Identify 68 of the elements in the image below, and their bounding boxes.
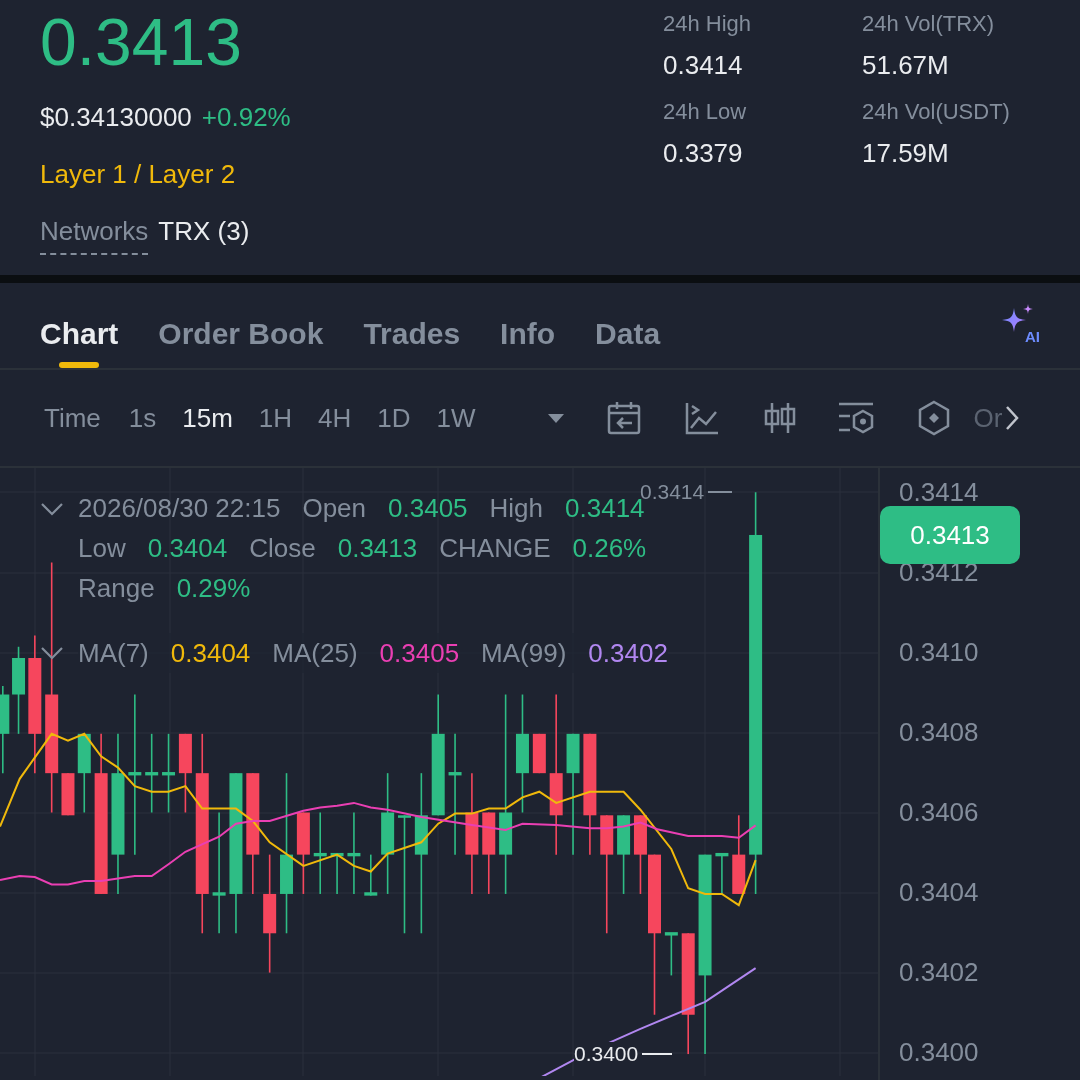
- price-axis-label: 0.3402: [899, 957, 979, 987]
- stat-label: 24h Vol(TRX): [862, 10, 996, 38]
- ohlc-value: 0.3404: [147, 532, 228, 565]
- category-link[interactable]: Layer 1 / Layer 2: [40, 155, 236, 194]
- line-chart-icon[interactable]: [683, 400, 720, 436]
- networks-value: TRX (3): [158, 215, 250, 248]
- price-axis-label: 0.3414: [899, 477, 979, 507]
- tab[interactable]: Order Book: [158, 283, 324, 368]
- stat-value: 51.67M: [862, 50, 950, 80]
- tab[interactable]: Trades: [363, 283, 461, 368]
- interval-tab[interactable]: 1W: [436, 398, 476, 438]
- moving-average-label: MA(7): [78, 637, 149, 670]
- stat-label: 24h Vol(USDT): [862, 98, 1011, 126]
- moving-average-label: MA(99): [481, 637, 567, 670]
- stat-value: 0.3414: [663, 50, 744, 80]
- interval-tab[interactable]: 1H: [258, 398, 293, 438]
- ohlc-value: 0.29%: [176, 572, 251, 605]
- tab[interactable]: Chart: [40, 283, 119, 368]
- candlestick: [364, 853, 378, 897]
- moving-average-value: 0.3402: [588, 637, 668, 670]
- ohlc-label: Low: [78, 532, 126, 565]
- stat-value: 0.3379: [663, 138, 744, 168]
- interval-tab[interactable]: 4H: [318, 398, 352, 438]
- ohlc-value: 0.3405: [388, 492, 468, 525]
- price-axis-label: 0.3408: [899, 717, 979, 747]
- moving-average-label: MA(25): [272, 637, 358, 670]
- collapse-chevron-icon[interactable]: [40, 646, 64, 660]
- ohlc-label: Range: [78, 572, 155, 605]
- price-axis-label: 0.3404: [899, 877, 979, 907]
- candlestick: [715, 852, 729, 895]
- stat-label: 24h Low: [663, 98, 748, 126]
- ohlc-value: 0.3413: [337, 532, 418, 565]
- last-price: 0.3413: [40, 6, 242, 78]
- moving-average-value: 0.3405: [379, 637, 460, 670]
- candlestick: [532, 733, 546, 774]
- calendar-icon[interactable]: [605, 400, 642, 436]
- price-axis-label: 0.3400: [899, 1037, 979, 1067]
- usd-price: $0.34130000: [40, 101, 192, 134]
- candle-date: 2026/08/30 22:15: [78, 492, 281, 525]
- candlestick: [664, 932, 678, 977]
- interval-tab[interactable]: 1D: [377, 398, 411, 438]
- chevron-right-icon[interactable]: [1004, 405, 1019, 431]
- ohlc-label: CHANGE: [439, 532, 551, 565]
- stat-label: 24h High: [663, 10, 753, 38]
- interval-tab[interactable]: 1s: [128, 398, 157, 438]
- networks-label[interactable]: Networks: [40, 212, 149, 255]
- moving-average-value: 0.3404: [170, 637, 251, 670]
- collapse-chevron-icon[interactable]: [40, 502, 64, 516]
- ohlc-value: 0.26%: [572, 532, 647, 565]
- interval-tab[interactable]: 15m: [182, 398, 233, 438]
- ohlc-label: Close: [249, 532, 316, 565]
- dropdown-caret-icon[interactable]: [545, 412, 566, 424]
- ohlc-label: Open: [302, 492, 367, 525]
- price-axis-label: 0.3406: [899, 797, 979, 827]
- candlestick: [61, 772, 75, 817]
- candlestick: [330, 852, 344, 895]
- price-axis-label: 0.3410: [899, 637, 979, 667]
- leader-line: [642, 1053, 673, 1055]
- ohlc-label: High: [489, 492, 544, 525]
- stat-value: 17.59M: [862, 138, 950, 168]
- current-price-tag: 0.3413: [880, 506, 1020, 564]
- tab[interactable]: Info: [500, 283, 556, 368]
- leader-line: [708, 491, 733, 493]
- toolbar-overflow-text[interactable]: Or: [973, 398, 1003, 438]
- time-interval-label[interactable]: Time: [44, 398, 101, 438]
- price-change: +0.92%: [201, 101, 291, 134]
- ai-assistant-button[interactable]: AI: [996, 302, 1040, 346]
- tab[interactable]: Data: [595, 283, 661, 368]
